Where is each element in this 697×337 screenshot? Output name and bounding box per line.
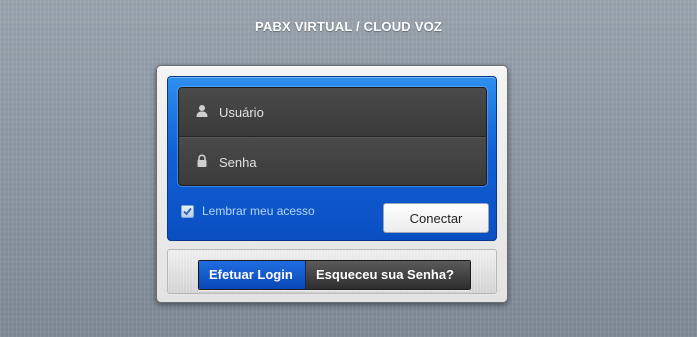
lock-icon [197, 154, 207, 167]
auth-tabs: Efetuar Login Esqueceu sua Senha? [198, 260, 471, 290]
remember-me-label: Lembrar meu acesso [202, 204, 315, 218]
page-title: PABX VIRTUAL / CLOUD VOZ [254, 19, 443, 34]
remember-me-toggle[interactable]: Lembrar meu acesso [181, 203, 315, 219]
tab-login[interactable]: Efetuar Login [199, 261, 306, 289]
credentials-fields [178, 87, 487, 186]
connect-button[interactable]: Conectar [383, 203, 489, 233]
password-row [179, 137, 486, 185]
login-card: Lembrar meu acesso Conectar Efetuar Logi… [156, 65, 508, 303]
username-input[interactable] [219, 100, 469, 124]
password-input[interactable] [219, 150, 469, 174]
tab-bar: Efetuar Login Esqueceu sua Senha? [167, 249, 497, 294]
login-panel: Lembrar meu acesso Conectar [167, 76, 497, 241]
remember-me-checkbox[interactable] [181, 204, 194, 218]
checkmark-icon [183, 207, 192, 215]
username-row [179, 88, 486, 137]
user-icon [196, 105, 208, 117]
tab-forgot-password[interactable]: Esqueceu sua Senha? [306, 261, 470, 289]
